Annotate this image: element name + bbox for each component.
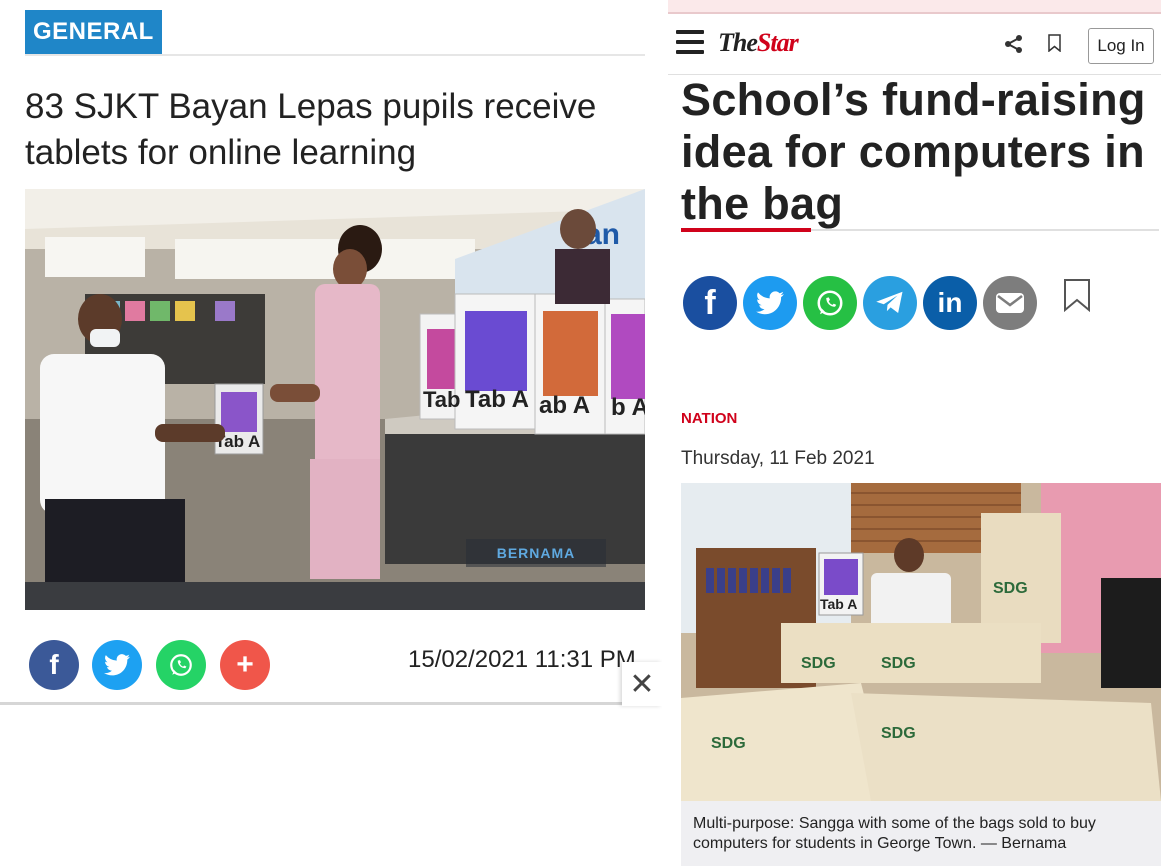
whatsapp-share-button[interactable]	[803, 276, 857, 330]
facebook-icon: f	[49, 649, 59, 680]
article-title: 83 SJKT Bayan Lepas pupils receive table…	[25, 87, 597, 172]
whatsapp-share-button[interactable]	[156, 640, 206, 690]
telegram-icon	[876, 291, 903, 313]
category-badge[interactable]: GENERAL	[25, 10, 162, 54]
more-share-button[interactable]: +	[220, 640, 270, 690]
linkedin-icon: in	[937, 287, 963, 318]
login-button[interactable]: Log In	[1088, 28, 1154, 64]
plus-icon: +	[236, 648, 254, 681]
twitter-share-button[interactable]	[92, 640, 142, 690]
facebook-share-button[interactable]: f	[683, 276, 737, 330]
telegram-share-button[interactable]	[863, 276, 917, 330]
article-bottom-divider	[0, 702, 622, 705]
share-icon[interactable]	[1004, 34, 1024, 54]
svg-text:SDG: SDG	[881, 655, 916, 672]
bookmark-icon[interactable]	[1063, 278, 1091, 312]
svg-text:ab A: ab A	[539, 392, 590, 419]
section-label[interactable]: NATION	[681, 410, 737, 427]
svg-text:SDG: SDG	[993, 580, 1028, 597]
category-divider	[25, 54, 645, 56]
svg-text:SDG: SDG	[881, 725, 916, 742]
hamburger-menu-icon[interactable]	[676, 30, 704, 58]
bookmark-icon[interactable]	[1048, 34, 1061, 52]
svg-text:b A: b A	[611, 394, 645, 421]
whatsapp-icon	[170, 654, 192, 676]
right-article-screenshot: TheStar Log In School’s fund-raising ide…	[668, 0, 1161, 866]
top-ad-strip	[668, 0, 1161, 14]
photo-watermark: BERNAMA	[466, 539, 606, 567]
facebook-icon: f	[704, 283, 716, 322]
facebook-share-button[interactable]: f	[29, 640, 79, 690]
article-photo: Tab A SDG SDG SDG SDG SDG	[681, 483, 1161, 801]
close-button[interactable]: ✕	[622, 662, 662, 706]
left-article-screenshot: GENERAL 83 SJKT Bayan Lepas pupils recei…	[0, 0, 662, 866]
article-photo: an Tab Tab A ab A b A Tab A BERNAMA	[25, 189, 645, 610]
linkedin-share-button[interactable]: in	[923, 276, 977, 330]
email-icon	[996, 293, 1024, 313]
sdg-bags-photo: Tab A SDG SDG SDG SDG SDG	[681, 483, 1161, 801]
publish-datetime: 15/02/2021 11:31 PM	[408, 646, 636, 673]
title-underline	[681, 228, 1159, 232]
whatsapp-icon	[817, 290, 843, 316]
email-share-button[interactable]	[983, 276, 1037, 330]
publish-date: Thursday, 11 Feb 2021	[681, 448, 875, 469]
article-title: School’s fund-raising idea for computers…	[681, 74, 1146, 229]
svg-text:SDG: SDG	[801, 655, 836, 672]
site-header: TheStar Log In	[668, 16, 1161, 75]
twitter-icon	[756, 291, 784, 315]
twitter-share-button[interactable]	[743, 276, 797, 330]
thestar-logo[interactable]: TheStar	[718, 28, 799, 58]
photo-caption: Multi-purpose: Sangga with some of the b…	[681, 801, 1161, 866]
svg-text:Tab A: Tab A	[465, 386, 529, 413]
close-icon: ✕	[629, 667, 655, 701]
twitter-icon	[104, 654, 130, 676]
svg-text:SDG: SDG	[711, 735, 746, 752]
svg-text:Tab A: Tab A	[820, 596, 857, 612]
svg-text:Tab: Tab	[423, 387, 460, 412]
caption-text: Multi-purpose: Sangga with some of the b…	[693, 815, 1096, 852]
